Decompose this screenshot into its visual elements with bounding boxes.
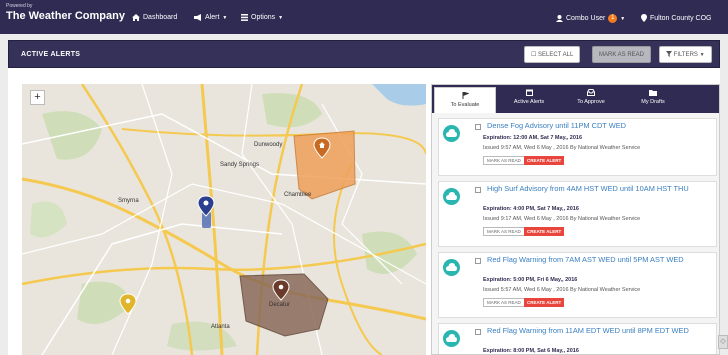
tab-active-alerts[interactable]: Active Alerts — [498, 85, 560, 113]
map-canvas — [22, 84, 426, 355]
scroll-arrow-icon[interactable]: ◇ — [718, 335, 728, 349]
nav-dashboard[interactable]: Dashboard — [132, 14, 177, 21]
alerts-side-panel: To Evaluate Active Alerts To Approve My … — [431, 84, 720, 355]
alert-title[interactable]: Red Flag Warning from 7AM AST WED until … — [487, 255, 715, 264]
user-icon — [556, 15, 563, 22]
mark-as-read-button[interactable]: MARK AS READ — [592, 46, 652, 63]
map-label-sandy-springs: Sandy Springs — [220, 162, 260, 168]
tab-label: Active Alerts — [513, 99, 545, 105]
nav-dashboard-label: Dashboard — [143, 14, 178, 21]
tab-label: To Approve — [577, 99, 605, 105]
alert-issued: Issued 9:57 AM, Wed 6 May , 2016 By Nati… — [483, 145, 641, 151]
cloud-icon — [443, 330, 460, 347]
filters-label: FILTERS — [673, 52, 698, 58]
chevron-down-icon: ▼ — [222, 14, 228, 21]
brand-name: The Weather Company — [6, 10, 125, 22]
tab-to-evaluate[interactable]: To Evaluate — [434, 87, 496, 113]
alert-expiration: Expiration: 4:00 PM, Sat 7 May,, 2016 — [483, 206, 579, 212]
inbox-icon — [587, 89, 595, 96]
megaphone-icon — [194, 14, 201, 21]
alert-issued: Issued 9:17 AM, Wed 6 May , 2016 By Nati… — [483, 216, 641, 222]
brand[interactable]: Powered by The Weather Company — [6, 4, 125, 22]
tab-label: My Drafts — [641, 99, 665, 105]
calendar-icon — [525, 89, 533, 96]
select-all-label: SELECT ALL — [538, 52, 574, 58]
select-all-button[interactable]: ☐ SELECT ALL — [524, 46, 581, 63]
chevron-down-icon: ▼ — [620, 15, 626, 22]
map-marker-icon — [641, 14, 647, 22]
mark-as-read-button[interactable]: MARK AS READ — [483, 227, 525, 236]
alert-title[interactable]: High Surf Advisory from 4AM HST WED unti… — [487, 184, 715, 193]
create-alert-button[interactable]: CREATE ALERT — [524, 298, 565, 307]
panel-title: ACTIVE ALERTS — [21, 51, 81, 58]
alert-tabs: To Evaluate Active Alerts To Approve My … — [432, 85, 719, 113]
create-alert-button[interactable]: CREATE ALERT — [524, 156, 565, 165]
alert-checkbox[interactable] — [475, 329, 481, 335]
create-alert-button[interactable]: CREATE ALERT — [524, 227, 565, 236]
county-name: Fulton County COG — [650, 14, 712, 22]
cloud-icon — [443, 125, 460, 142]
mark-as-read-button[interactable]: MARK AS READ — [483, 156, 525, 165]
home-icon — [132, 14, 140, 21]
map-view[interactable]: + Dunwoody Sandy Springs Chamblee Smyrna… — [22, 84, 426, 355]
nav-options[interactable]: Options ▼ — [241, 14, 283, 21]
cloud-icon — [443, 188, 460, 205]
county-selector[interactable]: Fulton County COG — [641, 14, 711, 22]
alert-checkbox[interactable] — [475, 258, 481, 264]
alert-expiration: Expiration: 8:00 PM, Sat 6 May,, 2016 — [483, 348, 579, 354]
user-menu[interactable]: Combo User 1 ▼ — [556, 14, 625, 23]
notification-badge: 1 — [608, 14, 618, 23]
alert-expiration: Expiration: 12:00 AM, Sat 7 May,, 2016 — [483, 135, 583, 141]
powered-by-label: Powered by — [6, 3, 33, 9]
nav-alert-label: Alert — [205, 14, 220, 21]
nav-options-label: Options — [251, 14, 276, 21]
alert-title[interactable]: Red Flag Warning from 11AM EDT WED until… — [487, 326, 715, 335]
flag-icon — [462, 92, 469, 99]
mark-as-read-label: MARK AS READ — [599, 52, 645, 58]
alert-expiration: Expiration: 5:00 PM, Fri 6 May,, 2016 — [483, 277, 578, 283]
nav-alert[interactable]: Alert ▼ — [194, 14, 227, 21]
chevron-down-icon: ▼ — [278, 14, 284, 21]
alert-checkbox[interactable] — [475, 124, 481, 130]
map-label-smyrna: Smyrna — [118, 198, 139, 204]
mark-as-read-button[interactable]: MARK AS READ — [483, 298, 525, 307]
map-label-atlanta: Atlanta — [211, 324, 230, 330]
alert-issued: Issued 5:57 AM, Wed 6 May , 2016 By Nati… — [483, 287, 641, 293]
alert-checkbox[interactable] — [475, 187, 481, 193]
zoom-in-button[interactable]: + — [30, 90, 45, 105]
user-name: Combo User — [566, 15, 606, 22]
top-navbar: Powered by The Weather Company Dashboard… — [0, 0, 728, 34]
active-alerts-bar: ACTIVE ALERTS ☐ SELECT ALL MARK AS READ … — [8, 40, 720, 68]
map-label-dunwoody: Dunwoody — [254, 142, 283, 148]
map-label-chamblee: Chamblee — [284, 192, 312, 198]
filters-button[interactable]: FILTERS ▼ — [659, 46, 712, 63]
list-icon — [241, 14, 248, 21]
map-label-decatur: Decatur — [269, 302, 291, 308]
tab-my-drafts[interactable]: My Drafts — [622, 85, 684, 113]
cloud-icon — [443, 259, 460, 276]
tab-to-approve[interactable]: To Approve — [560, 85, 622, 113]
chevron-down-icon: ▼ — [699, 52, 705, 58]
alert-card[interactable]: Dense Fog Advisory until 11PM CDT WED Ex… — [438, 118, 717, 176]
tab-label: To Evaluate — [450, 102, 480, 108]
alert-card[interactable]: Red Flag Warning from 7AM AST WED until … — [438, 252, 717, 318]
alert-card[interactable]: High Surf Advisory from 4AM HST WED unti… — [438, 181, 717, 247]
alert-card[interactable]: Red Flag Warning from 11AM EDT WED until… — [438, 323, 717, 354]
filter-icon — [666, 51, 672, 57]
folder-icon — [649, 90, 657, 96]
alert-title[interactable]: Dense Fog Advisory until 11PM CDT WED — [487, 121, 715, 130]
